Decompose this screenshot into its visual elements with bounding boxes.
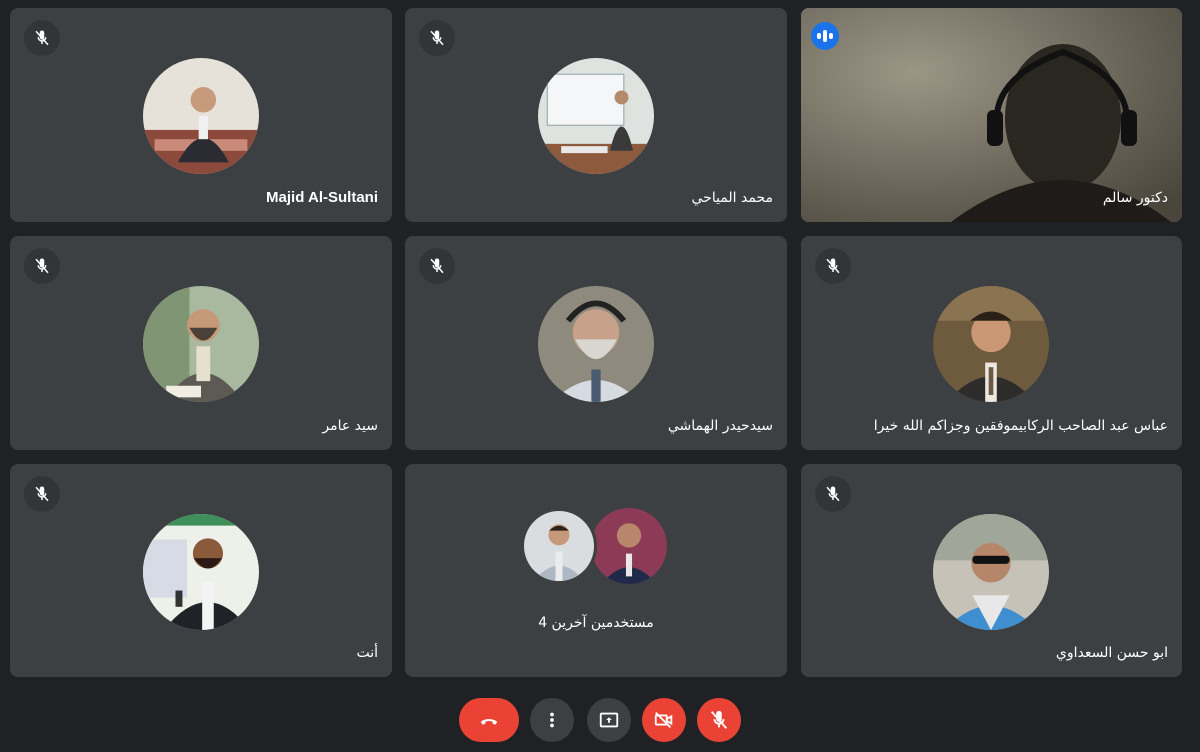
participant-tile-active-speaker[interactable]: دكتور سالم: [801, 8, 1182, 222]
other-participants-tile[interactable]: 4 مستخدمين آخرين: [405, 464, 787, 677]
participant-tile[interactable]: سيد عامر: [10, 236, 392, 450]
participant-avatar: [591, 508, 667, 584]
participant-avatar: [521, 508, 597, 584]
more-vert-icon: [550, 712, 554, 728]
more-options-button[interactable]: [530, 698, 574, 742]
speaking-indicator-icon: [811, 22, 839, 50]
participant-name: محمد المياحي: [691, 190, 774, 206]
hang-up-icon: [480, 719, 498, 725]
camera-toggle-button[interactable]: [642, 698, 686, 742]
participant-avatar: [933, 514, 1049, 630]
mic-muted-icon: [419, 248, 455, 284]
participant-name: سيد عامر: [322, 418, 378, 434]
mic-muted-icon: [24, 248, 60, 284]
participant-avatar: [538, 286, 654, 402]
videocam-off-icon: [654, 712, 673, 728]
participant-name: عباس عبد الصاحب الركابيموفقين وجزاكم الل…: [873, 418, 1168, 434]
participant-name: ابو حسن السعداوي: [1055, 645, 1168, 661]
present-to-all-icon: [599, 712, 619, 728]
mic-off-icon: [710, 710, 728, 729]
participant-tile[interactable]: ابو حسن السعداوي: [801, 464, 1182, 677]
participant-avatar: [143, 514, 259, 630]
participant-avatar: [933, 286, 1049, 402]
mic-muted-icon: [815, 476, 851, 512]
present-screen-button[interactable]: [587, 698, 631, 742]
participant-name: سيدحيدر الهماشي: [667, 418, 773, 434]
participant-name: 4 مستخدمين آخرين: [538, 615, 654, 631]
end-call-button[interactable]: [459, 698, 519, 742]
participant-tile[interactable]: Majid Al-Sultani: [10, 8, 392, 222]
microphone-toggle-button[interactable]: [697, 698, 741, 742]
mic-muted-icon: [815, 248, 851, 284]
mic-muted-icon: [419, 20, 455, 56]
participant-name: أنت: [356, 645, 378, 661]
mic-muted-icon: [24, 476, 60, 512]
participant-tile[interactable]: سيدحيدر الهماشي: [405, 236, 787, 450]
participant-tile[interactable]: عباس عبد الصاحب الركابيموفقين وجزاكم الل…: [801, 236, 1182, 450]
participant-name: Majid Al-Sultani: [266, 189, 378, 206]
call-controls-bar: [0, 690, 1200, 752]
participant-tile[interactable]: محمد المياحي: [405, 8, 787, 222]
participant-name: دكتور سالم: [1102, 190, 1168, 206]
participant-avatar: [143, 286, 259, 402]
participant-tile-self[interactable]: أنت: [10, 464, 392, 677]
mic-muted-icon: [24, 20, 60, 56]
participant-grid: Majid Al-Sultani محمد المياحي دكتور سالم: [0, 0, 1200, 690]
participant-avatar: [143, 58, 259, 174]
participant-avatar: [538, 58, 654, 174]
